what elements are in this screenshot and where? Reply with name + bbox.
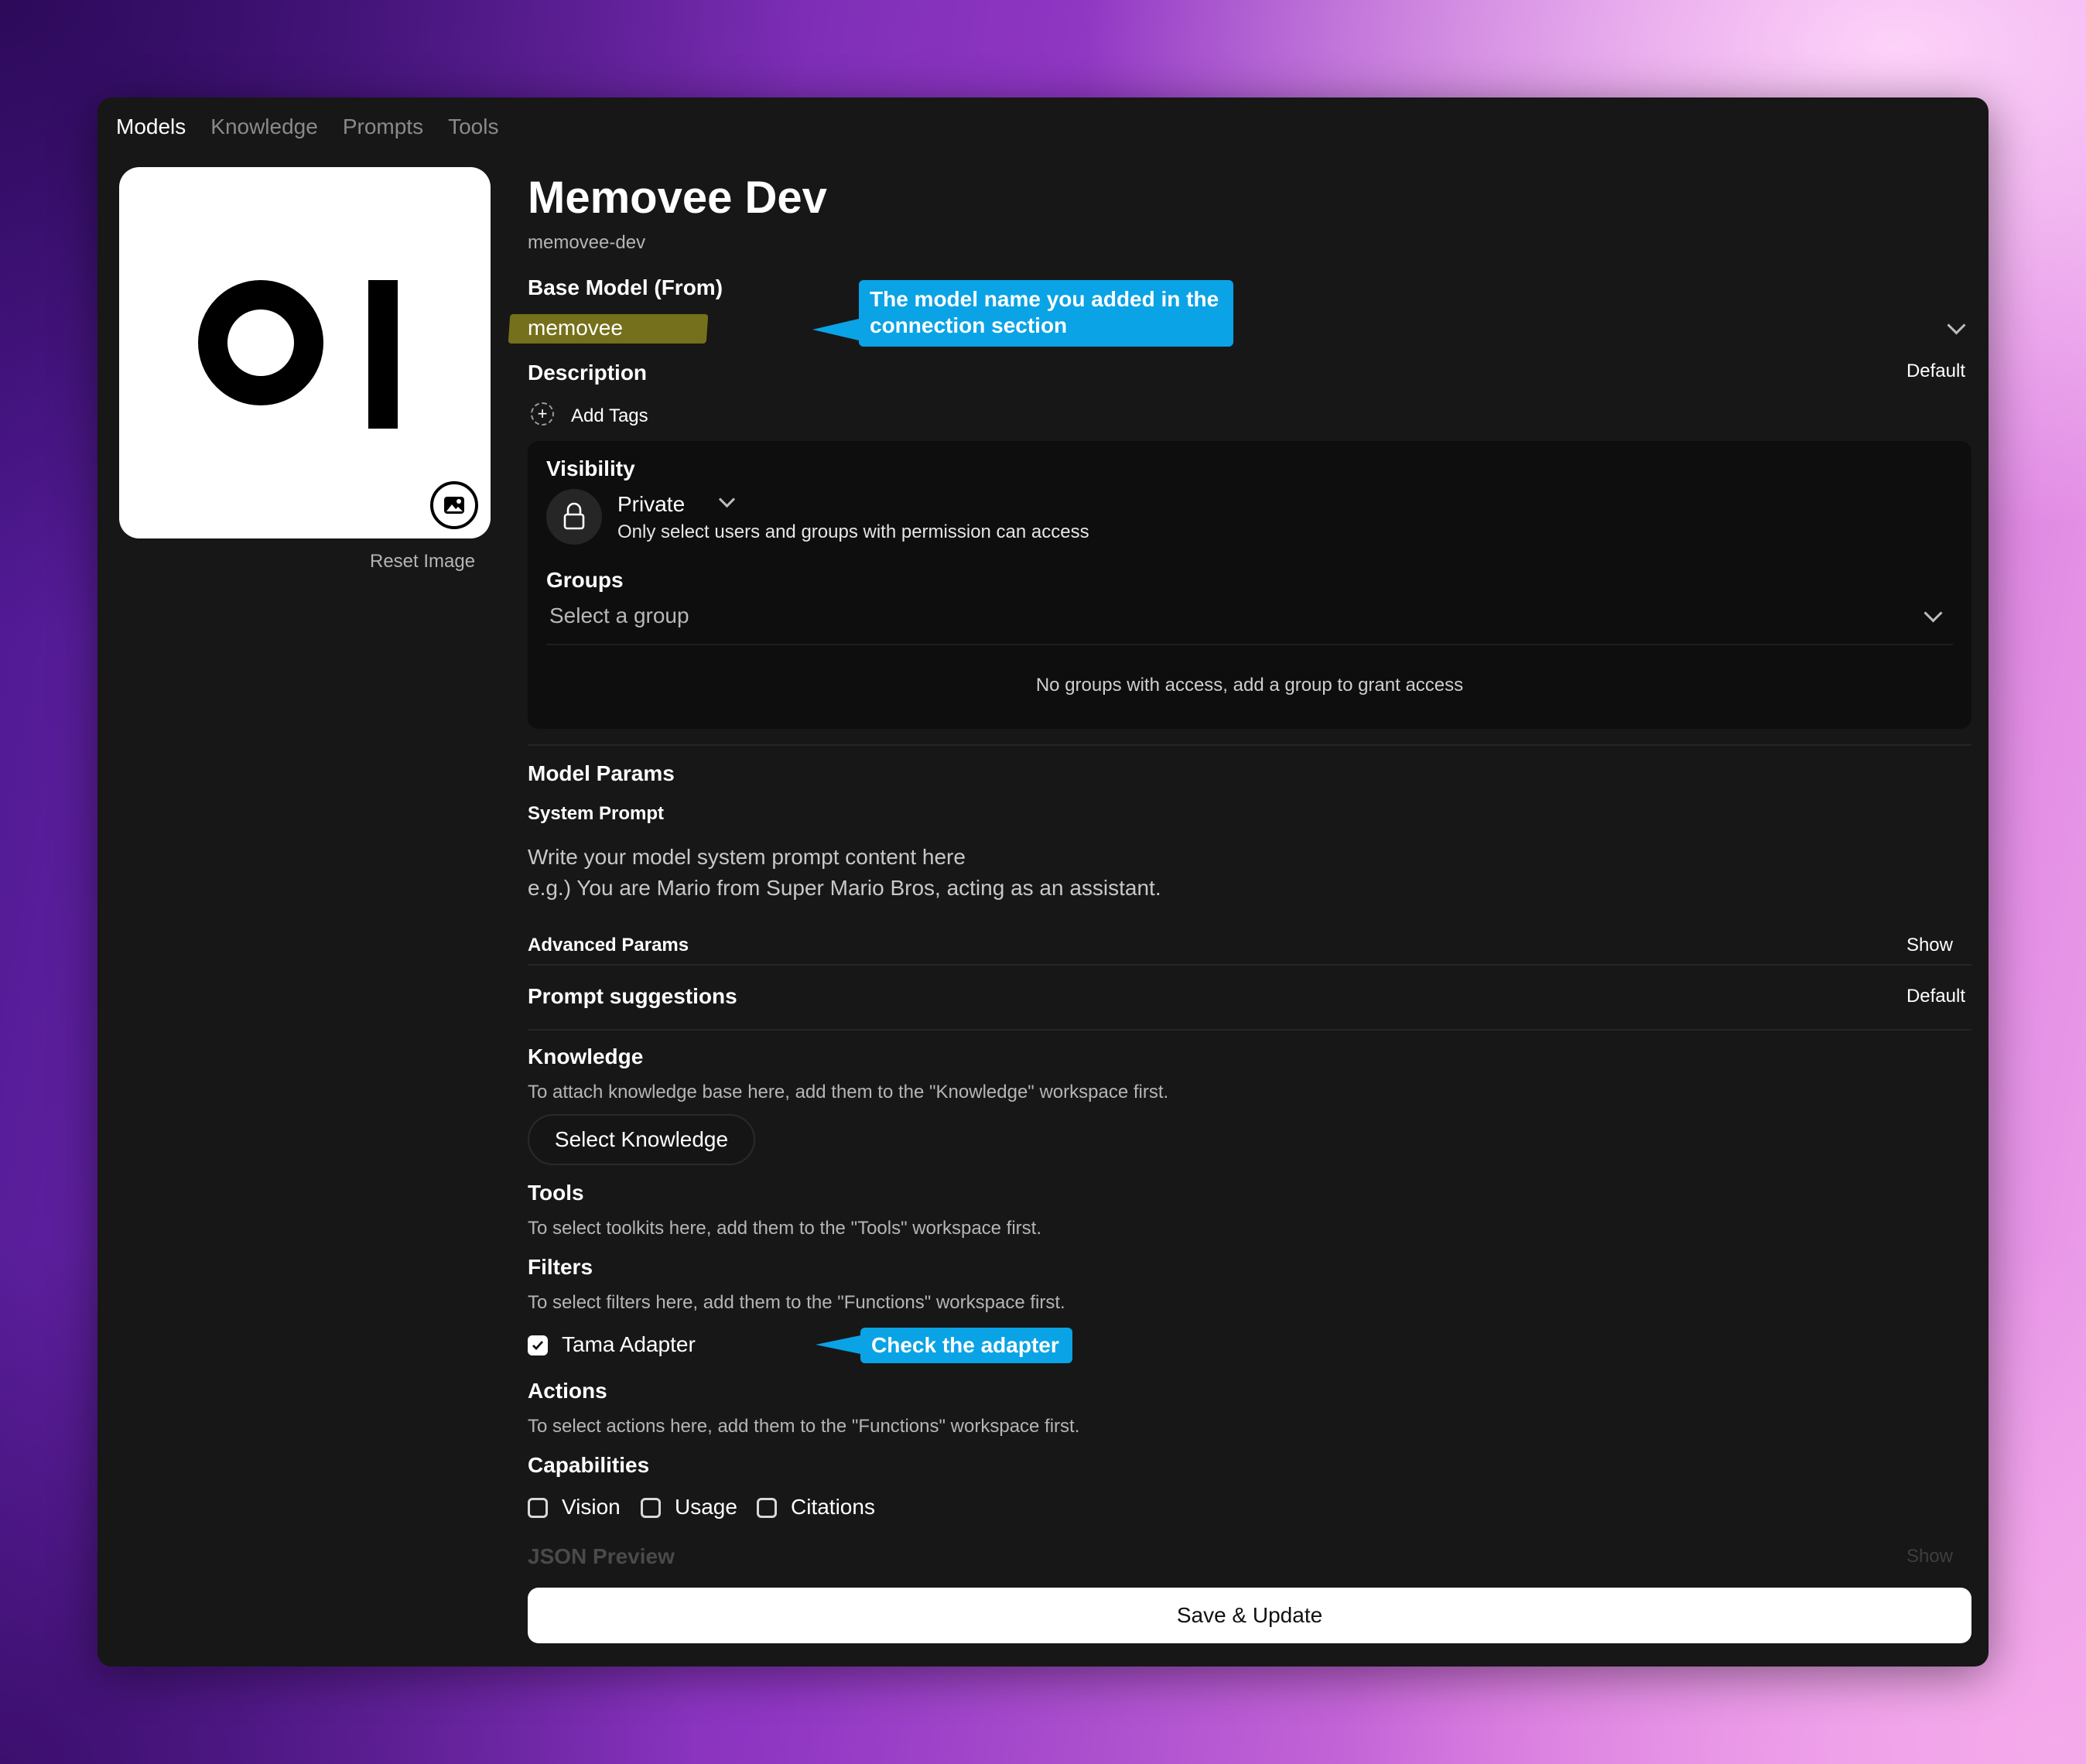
tab-tools[interactable]: Tools <box>448 110 498 144</box>
vision-checkbox[interactable] <box>528 1498 548 1518</box>
image-upload-icon[interactable] <box>430 481 478 529</box>
save-update-button[interactable]: Save & Update <box>528 1588 1971 1643</box>
capabilities-label: Capabilities <box>528 1453 650 1477</box>
actions-label: Actions <box>528 1379 607 1403</box>
visibility-chevron-down-icon[interactable] <box>718 491 736 508</box>
logo-i-mark <box>368 280 398 429</box>
groups-empty-message: No groups with access, add a group to gr… <box>1035 675 1464 696</box>
system-prompt-placeholder-line-1: Write your model system prompt content h… <box>528 845 966 869</box>
lock-icon <box>546 489 602 545</box>
visibility-help: Only select users and groups with permis… <box>617 521 1089 542</box>
system-prompt-placeholder-line-2: e.g.) You are Mario from Super Mario Bro… <box>528 876 1161 900</box>
vision-label[interactable]: Vision <box>562 1495 621 1520</box>
system-prompt-input[interactable]: Write your model system prompt content h… <box>528 842 1161 904</box>
section-divider <box>528 744 1971 746</box>
workspace-tabs: Models Knowledge Prompts Tools <box>116 110 498 144</box>
logo-o-mark <box>198 280 323 405</box>
model-params-label: Model Params <box>528 761 675 785</box>
access-control-panel: Visibility Private Only select users and… <box>528 441 1971 729</box>
visibility-select[interactable]: Private <box>617 492 685 517</box>
add-tags-button[interactable]: Add Tags <box>571 405 648 427</box>
section-divider <box>528 1029 1971 1031</box>
plus-icon[interactable]: + <box>531 402 554 426</box>
prompt-suggestions-label: Prompt suggestions <box>528 984 737 1008</box>
tools-label: Tools <box>528 1181 584 1205</box>
json-preview-show-button[interactable]: Show <box>1906 1546 1953 1567</box>
description-label: Description <box>528 361 648 385</box>
group-chevron-down-icon[interactable] <box>1924 603 1943 623</box>
tab-prompts[interactable]: Prompts <box>343 110 423 144</box>
prompt-suggestions-default-button[interactable]: Default <box>1906 986 1965 1007</box>
tab-models[interactable]: Models <box>116 110 186 144</box>
base-model-label: Base Model (From) <box>528 275 723 299</box>
citations-label[interactable]: Citations <box>791 1495 875 1520</box>
model-avatar[interactable] <box>119 167 491 538</box>
model-editor-window: Models Knowledge Prompts Tools Reset Ima… <box>97 97 1989 1667</box>
groups-label: Groups <box>546 568 624 592</box>
citations-checkbox[interactable] <box>757 1498 777 1518</box>
check-icon <box>532 1341 544 1351</box>
tab-knowledge[interactable]: Knowledge <box>210 110 318 144</box>
usage-label[interactable]: Usage <box>675 1495 737 1520</box>
section-divider <box>528 964 1971 966</box>
adapter-callout: Check the adapter <box>860 1328 1072 1363</box>
tama-adapter-checkbox[interactable] <box>528 1335 548 1355</box>
filters-label: Filters <box>528 1255 593 1279</box>
groups-divider <box>546 644 1953 645</box>
actions-help: To select actions here, add them to the … <box>528 1416 1080 1437</box>
callout-line-2: connection section <box>870 313 1068 337</box>
knowledge-label: Knowledge <box>528 1044 644 1068</box>
system-prompt-label: System Prompt <box>528 803 665 824</box>
tama-adapter-label[interactable]: Tama Adapter <box>562 1332 696 1357</box>
callout-pointer <box>812 319 859 340</box>
select-knowledge-button[interactable]: Select Knowledge <box>528 1114 755 1165</box>
usage-checkbox[interactable] <box>641 1498 661 1518</box>
callout-pointer <box>816 1335 860 1354</box>
filters-help: To select filters here, add them to the … <box>528 1292 1065 1313</box>
tools-help: To select toolkits here, add them to the… <box>528 1218 1042 1239</box>
base-model-chevron-down-icon[interactable] <box>1947 316 1966 335</box>
callout-line-1: The model name you added in the <box>870 287 1219 311</box>
base-model-select[interactable]: memovee <box>528 316 623 340</box>
knowledge-help: To attach knowledge base here, add them … <box>528 1082 1169 1102</box>
model-id[interactable]: memovee-dev <box>528 232 645 254</box>
json-preview-label: JSON Preview <box>528 1544 675 1568</box>
advanced-params-label: Advanced Params <box>528 935 689 956</box>
base-model-callout: The model name you added in the connecti… <box>859 280 1233 347</box>
description-default-button[interactable]: Default <box>1906 361 1965 382</box>
reset-image-button[interactable]: Reset Image <box>370 551 475 573</box>
model-name[interactable]: Memovee Dev <box>528 172 827 224</box>
group-select[interactable]: Select a group <box>549 603 689 628</box>
visibility-label: Visibility <box>546 456 635 480</box>
advanced-params-show-button[interactable]: Show <box>1906 935 1953 956</box>
